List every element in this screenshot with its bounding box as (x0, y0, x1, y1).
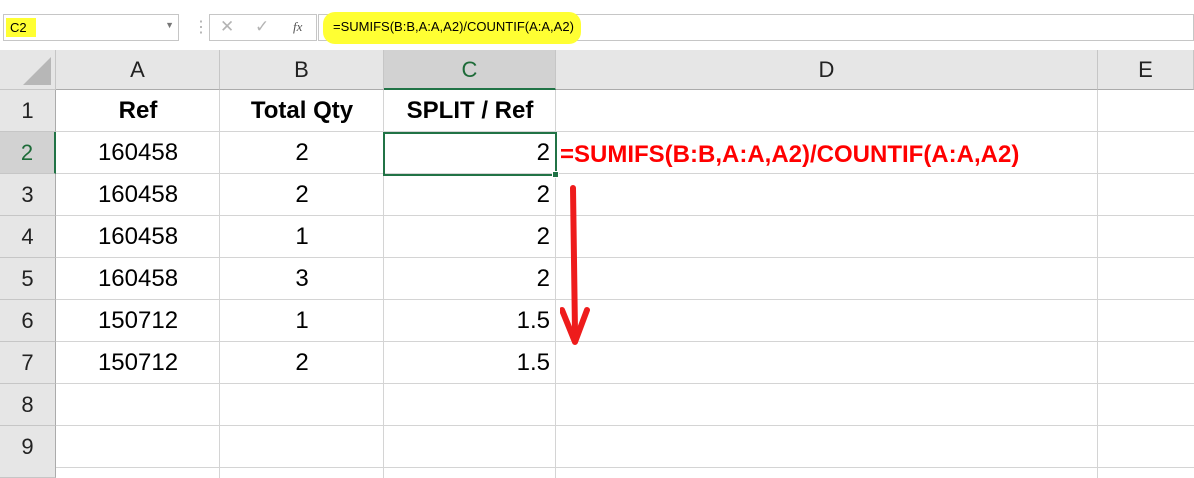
cell-c4[interactable]: 2 (384, 216, 556, 258)
cell-b7[interactable]: 2 (220, 342, 384, 384)
down-arrow-icon (560, 185, 590, 345)
name-box-value: C2 (6, 18, 36, 37)
column-header-e[interactable]: E (1098, 50, 1194, 90)
row-header-3[interactable]: 3 (0, 174, 56, 216)
cell-a4[interactable]: 160458 (56, 216, 220, 258)
cell-c1[interactable]: SPLIT / Ref (384, 90, 556, 132)
cell-a5[interactable]: 160458 (56, 258, 220, 300)
gridline (56, 425, 1194, 426)
row-header-4[interactable]: 4 (0, 216, 56, 258)
select-all-button[interactable] (0, 50, 56, 90)
formula-text: =SUMIFS(B:B,A:A,A2)/COUNTIF(A:A,A2) (333, 19, 574, 34)
spreadsheet-grid: A B C D E 1 2 3 4 5 6 7 8 9 Ref Total Qt… (0, 50, 1194, 478)
name-box[interactable]: C2 ▼ (3, 14, 179, 41)
cell-a1[interactable]: Ref (56, 90, 220, 132)
cancel-icon[interactable]: ✕ (220, 17, 234, 37)
column-header-d[interactable]: D (556, 50, 1098, 90)
chevron-down-icon[interactable]: ▼ (165, 20, 174, 30)
cell-a3[interactable]: 160458 (56, 174, 220, 216)
formula-buttons: ✕ ✓ fx (209, 14, 317, 41)
insert-function-icon[interactable]: fx (293, 19, 302, 35)
cell-a2[interactable]: 160458 (56, 132, 220, 174)
check-icon[interactable]: ✓ (255, 17, 269, 37)
fill-handle[interactable] (552, 171, 559, 178)
cell-c6[interactable]: 1.5 (384, 300, 556, 342)
cell-c7[interactable]: 1.5 (384, 342, 556, 384)
cell-b3[interactable]: 2 (220, 174, 384, 216)
formula-annotation: =SUMIFS(B:B,A:A,A2)/COUNTIF(A:A,A2) (560, 141, 1020, 168)
column-header-b[interactable]: B (220, 50, 384, 90)
formula-bar: C2 ▼ ⋮ ✕ ✓ fx =SUMIFS(B:B,A:A,A2)/COUNTI… (0, 0, 1194, 50)
column-header-a[interactable]: A (56, 50, 220, 90)
formula-input[interactable]: =SUMIFS(B:B,A:A,A2)/COUNTIF(A:A,A2) (318, 12, 1194, 44)
row-header-6[interactable]: 6 (0, 300, 56, 342)
row-header-5[interactable]: 5 (0, 258, 56, 300)
cell-a6[interactable]: 150712 (56, 300, 220, 342)
cell-b5[interactable]: 3 (220, 258, 384, 300)
row-header-9[interactable]: 9 (0, 426, 56, 478)
active-cell-border (383, 132, 557, 176)
cell-c5[interactable]: 2 (384, 258, 556, 300)
column-header-c[interactable]: C (384, 50, 556, 90)
cell-b6[interactable]: 1 (220, 300, 384, 342)
resize-handle[interactable]: ⋮ (193, 18, 209, 38)
cell-c3[interactable]: 2 (384, 174, 556, 216)
row-header-2[interactable]: 2 (0, 132, 56, 174)
gridline (56, 467, 1194, 468)
cell-b2[interactable]: 2 (220, 132, 384, 174)
row-header-7[interactable]: 7 (0, 342, 56, 384)
cell-a7[interactable]: 150712 (56, 342, 220, 384)
cell-b1[interactable]: Total Qty (220, 90, 384, 132)
row-header-8[interactable]: 8 (0, 384, 56, 426)
gridline (1097, 90, 1098, 478)
row-header-1[interactable]: 1 (0, 90, 56, 132)
cell-b4[interactable]: 1 (220, 216, 384, 258)
